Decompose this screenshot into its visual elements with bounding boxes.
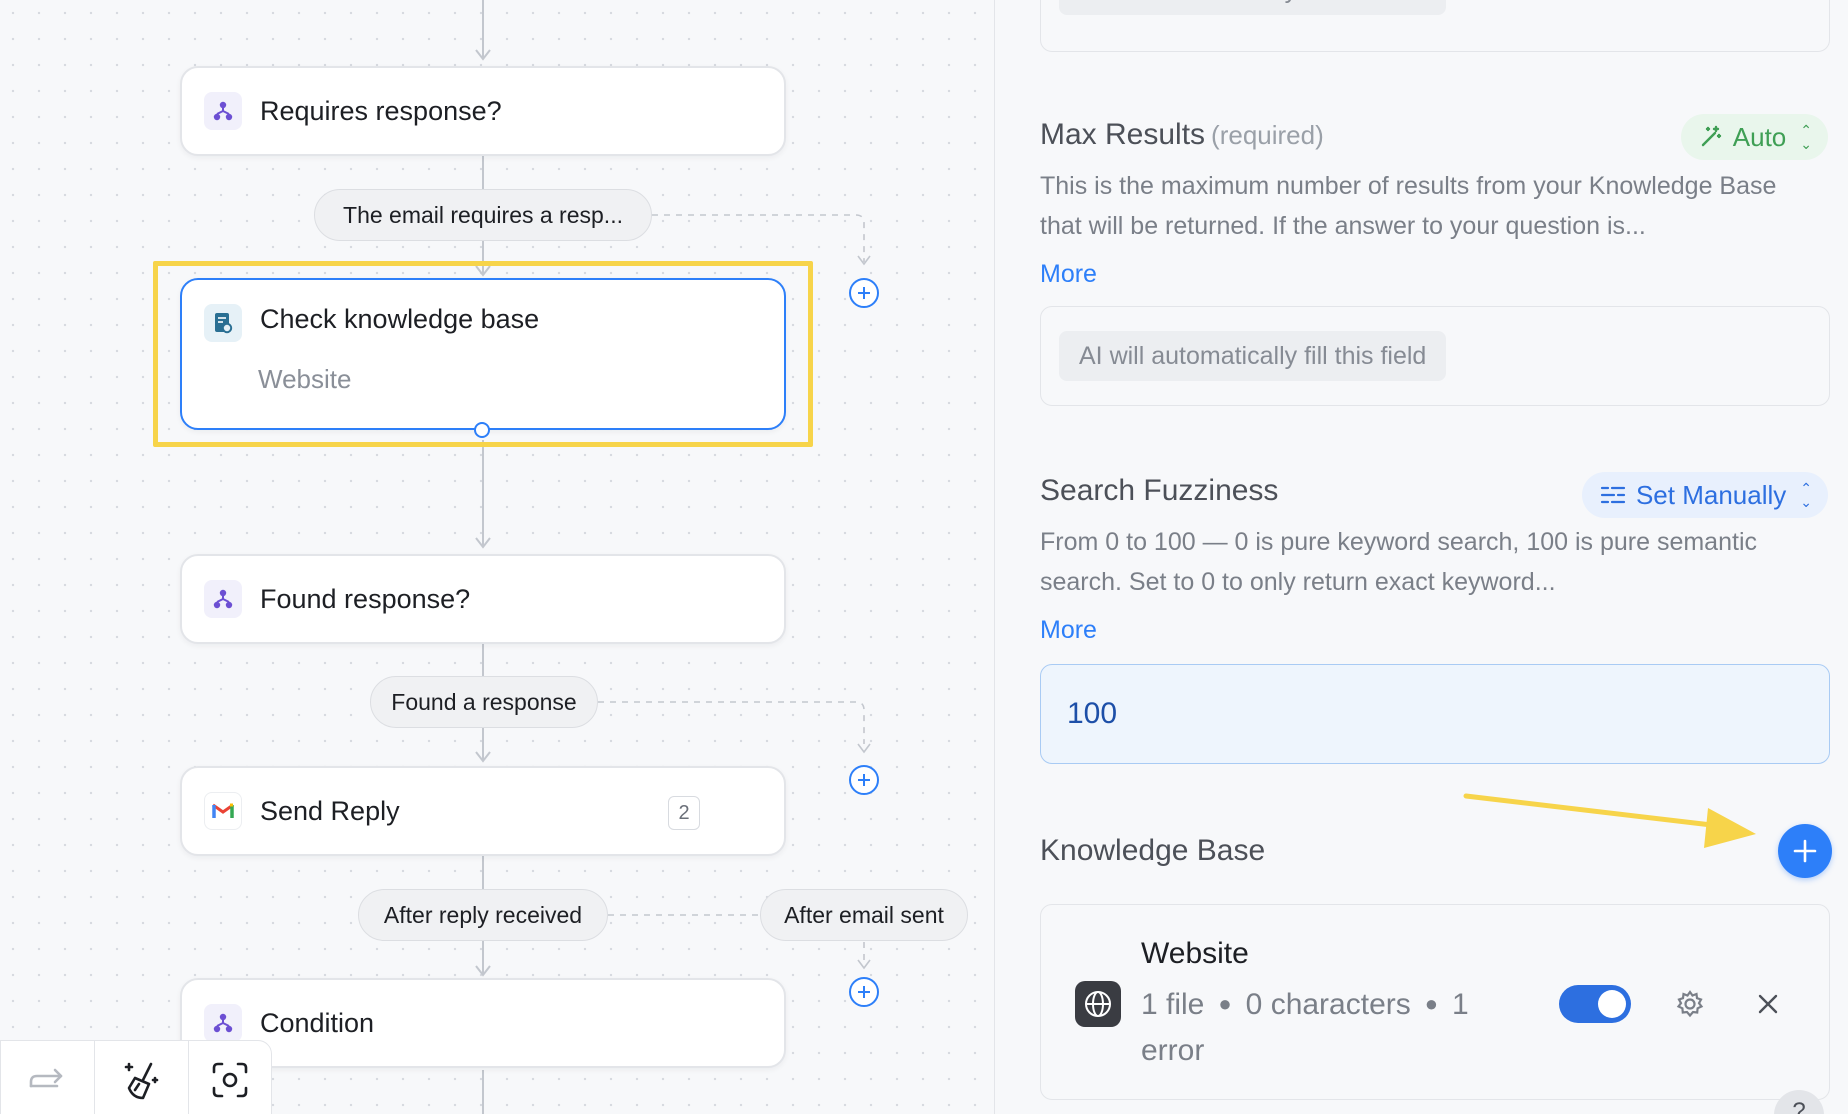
node-title: Send Reply <box>260 795 400 826</box>
chevron-updown-icon: ⌃ ⌄ <box>1800 480 1812 510</box>
search-fuzziness-description: From 0 to 100 — 0 is pure keyword search… <box>1040 528 1757 596</box>
previous-field-input[interactable]: AI will automatically fill this field <box>1040 0 1830 52</box>
focus-icon <box>212 1062 248 1098</box>
search-fuzziness-more-link[interactable]: More <box>1040 616 1097 645</box>
branch-icon <box>204 92 242 130</box>
sliders-icon <box>1600 486 1626 504</box>
knowledge-base-enabled-toggle[interactable] <box>1559 985 1631 1023</box>
magic-wand-icon <box>1701 125 1721 147</box>
redo-button[interactable] <box>1 1041 95 1114</box>
ai-fill-chip: AI will automatically fill this field <box>1059 331 1447 381</box>
step-count-badge: 2 <box>668 796 700 830</box>
magic-broom-icon <box>124 1062 159 1100</box>
mode-label: Auto <box>1732 121 1787 152</box>
max-results-mode-select[interactable]: Auto ⌃ ⌄ <box>1680 114 1828 160</box>
workflow-node-check-knowledge-base[interactable]: Check knowledge base Website <box>180 278 786 430</box>
max-results-title: Max Results (required) <box>1040 118 1324 151</box>
knowledge-base-item: Website 1 file ● 0 characters ● 1 error <box>1040 904 1830 1100</box>
search-fuzziness-title: Search Fuzziness <box>1040 474 1279 507</box>
max-results-more-link[interactable]: More <box>1040 260 1097 289</box>
knowledge-base-title: Knowledge Base <box>1040 834 1266 867</box>
workflow-canvas[interactable]: Requires response? The email requires a … <box>0 0 995 1114</box>
add-knowledge-base-button[interactable] <box>1778 824 1832 878</box>
redo-icon <box>30 1068 63 1088</box>
close-icon <box>1758 994 1778 1014</box>
plus-icon <box>858 287 870 299</box>
add-branch-step-button[interactable] <box>849 278 879 308</box>
settings-button[interactable] <box>1673 987 1707 1021</box>
chevron-updown-icon: ⌃ ⌄ <box>1800 122 1812 152</box>
node-title: Check knowledge base <box>260 304 540 334</box>
max-results-description: This is the maximum number of results fr… <box>1040 172 1777 240</box>
node-title: Requires response? <box>260 95 502 126</box>
step-settings-panel: AI will automatically fill this field Ma… <box>996 0 1848 1114</box>
max-results-input[interactable]: AI will automatically fill this field <box>1040 306 1830 406</box>
search-fuzziness-input[interactable]: 100 <box>1040 664 1830 764</box>
branch-label-after-email-sent[interactable]: After email sent <box>760 889 968 941</box>
workflow-node-send-reply[interactable]: Send Reply 2 <box>180 766 786 856</box>
add-branch-step-button[interactable] <box>849 765 879 795</box>
globe-icon <box>1075 981 1121 1027</box>
auto-layout-button[interactable] <box>95 1041 189 1114</box>
node-connection-handle[interactable] <box>474 422 490 438</box>
node-subtitle: Website <box>258 364 352 394</box>
plus-icon <box>1793 839 1817 863</box>
branch-label-after-reply-received[interactable]: After reply received <box>358 889 608 941</box>
add-branch-step-button[interactable] <box>849 977 879 1007</box>
branch-icon <box>204 1004 242 1042</box>
node-title: Condition <box>260 1007 375 1038</box>
workflow-node-found-response[interactable]: Found response? <box>180 554 786 644</box>
search-fuzziness-mode-select[interactable]: Set Manually ⌃ ⌄ <box>1581 472 1828 518</box>
branch-label-found-a-response[interactable]: Found a response <box>370 676 598 728</box>
canvas-toolbar <box>0 1040 272 1114</box>
required-label: (required) <box>1211 120 1324 150</box>
branch-label-email-requires[interactable]: The email requires a resp... <box>314 189 652 241</box>
plus-icon <box>858 986 870 998</box>
node-title: Found response? <box>260 583 471 614</box>
branch-icon <box>204 580 242 618</box>
knowledge-base-name: Website <box>1141 937 1249 970</box>
gmail-icon <box>204 792 242 830</box>
knowledge-base-icon <box>204 304 242 342</box>
toggle-knob <box>1598 990 1626 1018</box>
workflow-node-requires-response[interactable]: Requires response? <box>180 66 786 156</box>
remove-knowledge-base-button[interactable] <box>1753 989 1783 1019</box>
gear-icon <box>1676 990 1704 1018</box>
knowledge-base-meta: 1 file ● 0 characters ● 1 error <box>1141 988 1469 1067</box>
plus-icon <box>858 774 870 786</box>
ai-fill-chip: AI will automatically fill this field <box>1059 0 1447 15</box>
fit-view-button[interactable] <box>189 1041 271 1114</box>
mode-label: Set Manually <box>1635 479 1787 510</box>
